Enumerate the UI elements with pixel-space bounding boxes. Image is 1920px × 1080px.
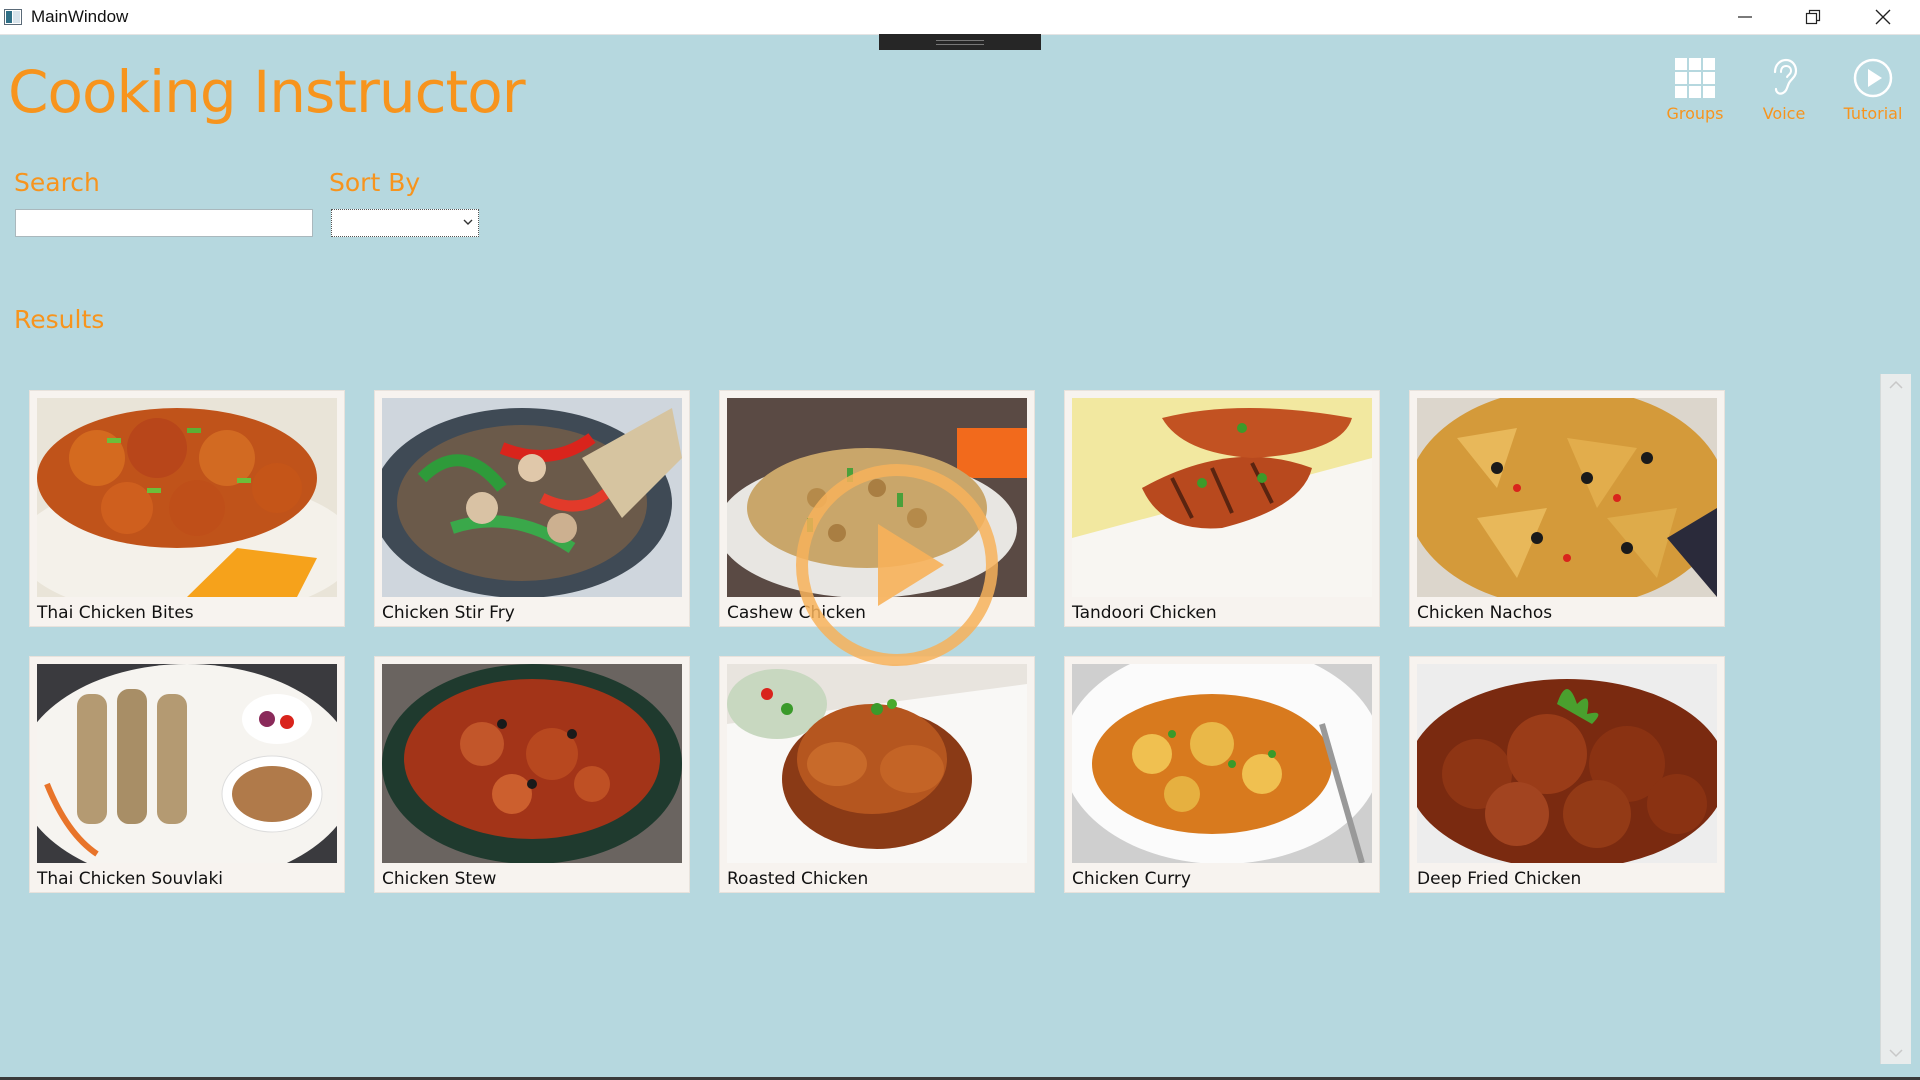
recipe-name: Thai Chicken Souvlaki [37, 869, 224, 889]
restore-button[interactable] [1778, 0, 1848, 34]
recipe-name: Tandoori Chicken [1072, 603, 1217, 623]
grip-icon [936, 40, 984, 45]
recipe-card-deep-fried-chicken[interactable]: Deep Fried Chicken [1410, 657, 1724, 892]
recipe-card-thai-chicken-bites[interactable]: Thai Chicken Bites [30, 391, 344, 626]
recipe-image [727, 664, 1027, 863]
recipe-name: Chicken Curry [1072, 869, 1191, 889]
recipe-image [1417, 664, 1717, 863]
minimize-icon [1738, 16, 1752, 18]
recipe-image [1072, 664, 1372, 863]
recipe-name: Thai Chicken Bites [37, 603, 194, 623]
recipe-image [382, 664, 682, 863]
tutorial-button[interactable]: Tutorial [1840, 58, 1906, 128]
ear-icon [1773, 58, 1798, 95]
window-title: MainWindow [31, 7, 129, 26]
voice-button[interactable]: Voice [1754, 58, 1814, 128]
recipe-card-chicken-stew[interactable]: Chicken Stew [375, 657, 689, 892]
minimize-button[interactable] [1710, 0, 1780, 34]
recipe-name: Roasted Chicken [727, 869, 869, 889]
results-grid: Thai Chicken Bites Chicken Stir Fry Cash… [0, 370, 1880, 1080]
app-title: Cooking Instructor [8, 58, 526, 126]
drag-handle[interactable] [879, 34, 1041, 50]
recipe-card-chicken-curry[interactable]: Chicken Curry [1065, 657, 1379, 892]
recipe-name: Chicken Stir Fry [382, 603, 515, 623]
close-icon [1875, 9, 1891, 25]
recipe-name: Chicken Stew [382, 869, 497, 889]
voice-label: Voice [1762, 104, 1806, 123]
sort-label: Sort By [329, 168, 421, 197]
close-button[interactable] [1848, 0, 1918, 34]
recipe-image [382, 398, 682, 597]
search-input[interactable] [15, 209, 313, 237]
recipe-card-tandoori-chicken[interactable]: Tandoori Chicken [1065, 391, 1379, 626]
groups-button[interactable]: Groups [1662, 58, 1728, 128]
grid-icon [1675, 58, 1715, 98]
tutorial-label: Tutorial [1843, 104, 1903, 123]
sort-dropdown[interactable] [331, 209, 479, 237]
recipe-image [37, 398, 337, 597]
scroll-down-icon[interactable] [1889, 1048, 1903, 1058]
recipe-image [37, 664, 337, 863]
results-scrollbar[interactable] [1880, 374, 1911, 1064]
recipe-card-chicken-nachos[interactable]: Chicken Nachos [1410, 391, 1724, 626]
recipe-image [1072, 398, 1372, 597]
search-label: Search [14, 168, 100, 197]
recipe-image [727, 398, 1027, 597]
window-titlebar: MainWindow [0, 0, 1920, 35]
restore-icon [1805, 9, 1821, 25]
recipe-card-chicken-stir-fry[interactable]: Chicken Stir Fry [375, 391, 689, 626]
results-label: Results [14, 305, 105, 334]
groups-label: Groups [1666, 104, 1724, 123]
recipe-card-cashew-chicken[interactable]: Cashew Chicken [720, 391, 1034, 626]
play-circle-icon [1853, 58, 1893, 98]
recipe-name: Cashew Chicken [727, 603, 866, 623]
recipe-card-thai-chicken-souvlaki[interactable]: Thai Chicken Souvlaki [30, 657, 344, 892]
scroll-up-icon[interactable] [1889, 380, 1903, 390]
chevron-down-icon [463, 219, 473, 225]
recipe-name: Deep Fried Chicken [1417, 869, 1582, 889]
recipe-card-roasted-chicken[interactable]: Roasted Chicken [720, 657, 1034, 892]
app-window-icon [4, 9, 22, 25]
recipe-image [1417, 398, 1717, 597]
recipe-name: Chicken Nachos [1417, 603, 1553, 623]
